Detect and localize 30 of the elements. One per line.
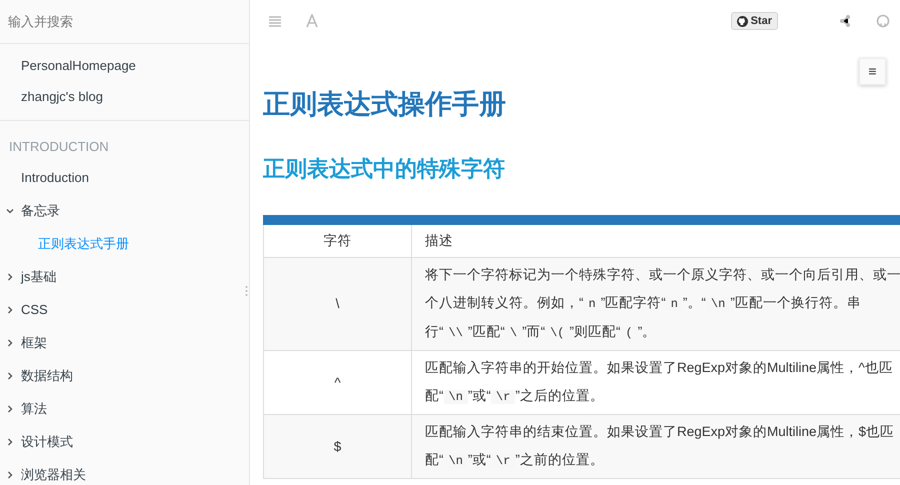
chevron-right-icon[interactable] [6, 404, 14, 413]
sidebar-item[interactable]: CSS [21, 293, 48, 326]
chevron-right-icon[interactable] [6, 470, 14, 479]
sidebar-item[interactable]: 数据结构 [21, 359, 73, 392]
section-heading: INTRODUCTION [8, 138, 110, 156]
sidebar-item[interactable]: 算法 [21, 392, 47, 426]
table-cell: \ [264, 258, 412, 351]
search-field[interactable]: 输入并搜索 [0, 0, 249, 44]
sidebar-item[interactable]: js基础 [21, 260, 56, 294]
sidebar-link[interactable]: zhangjc's blog [0, 82, 249, 113]
table-cell: 将下一个字符标记为一个特殊字符、或一个原义字符、或一个向后引用、或一个八进制转义符。例如，“ n ”匹配字符“ n ”。“ \n ”匹配一个换行符。串行“ \\ ”匹配“ \ ”而“ \( ”则匹配“ ( ”。 [412, 258, 900, 351]
section-heading: 正则表达式中的特殊字符 [263, 156, 506, 183]
table-cell: 匹配输入字符串的结束位置。如果设置了RegExp对象的Multiline属性，$也匹配“ \n ”或“ \r ”之前的位置。 [412, 414, 900, 479]
star-button[interactable]: Star [730, 12, 778, 30]
chevron-right-icon[interactable] [6, 338, 14, 347]
sidebar-item[interactable]: 备忘录 [21, 194, 60, 228]
chevron-right-icon[interactable] [6, 272, 14, 281]
sidebar-item[interactable]: 设计模式 [21, 425, 73, 458]
chevron-right-icon[interactable] [6, 306, 14, 314]
sidebar-item[interactable]: 框架 [21, 326, 47, 360]
chevron-down-icon[interactable] [6, 206, 14, 215]
sidebar-item[interactable]: Introduction [21, 161, 89, 194]
page-title: 正则表达式操作手册 [263, 88, 507, 120]
table-cell: $ [264, 414, 412, 479]
sidebar-item[interactable]: 浏览器相关 [21, 458, 86, 485]
share-icon[interactable] [838, 14, 852, 28]
sidebar-link[interactable]: PersonalHomepage [0, 51, 249, 82]
chevron-right-icon[interactable] [6, 372, 14, 380]
toc-button[interactable]: ≡ [859, 58, 886, 85]
chevron-right-icon[interactable] [6, 438, 14, 446]
